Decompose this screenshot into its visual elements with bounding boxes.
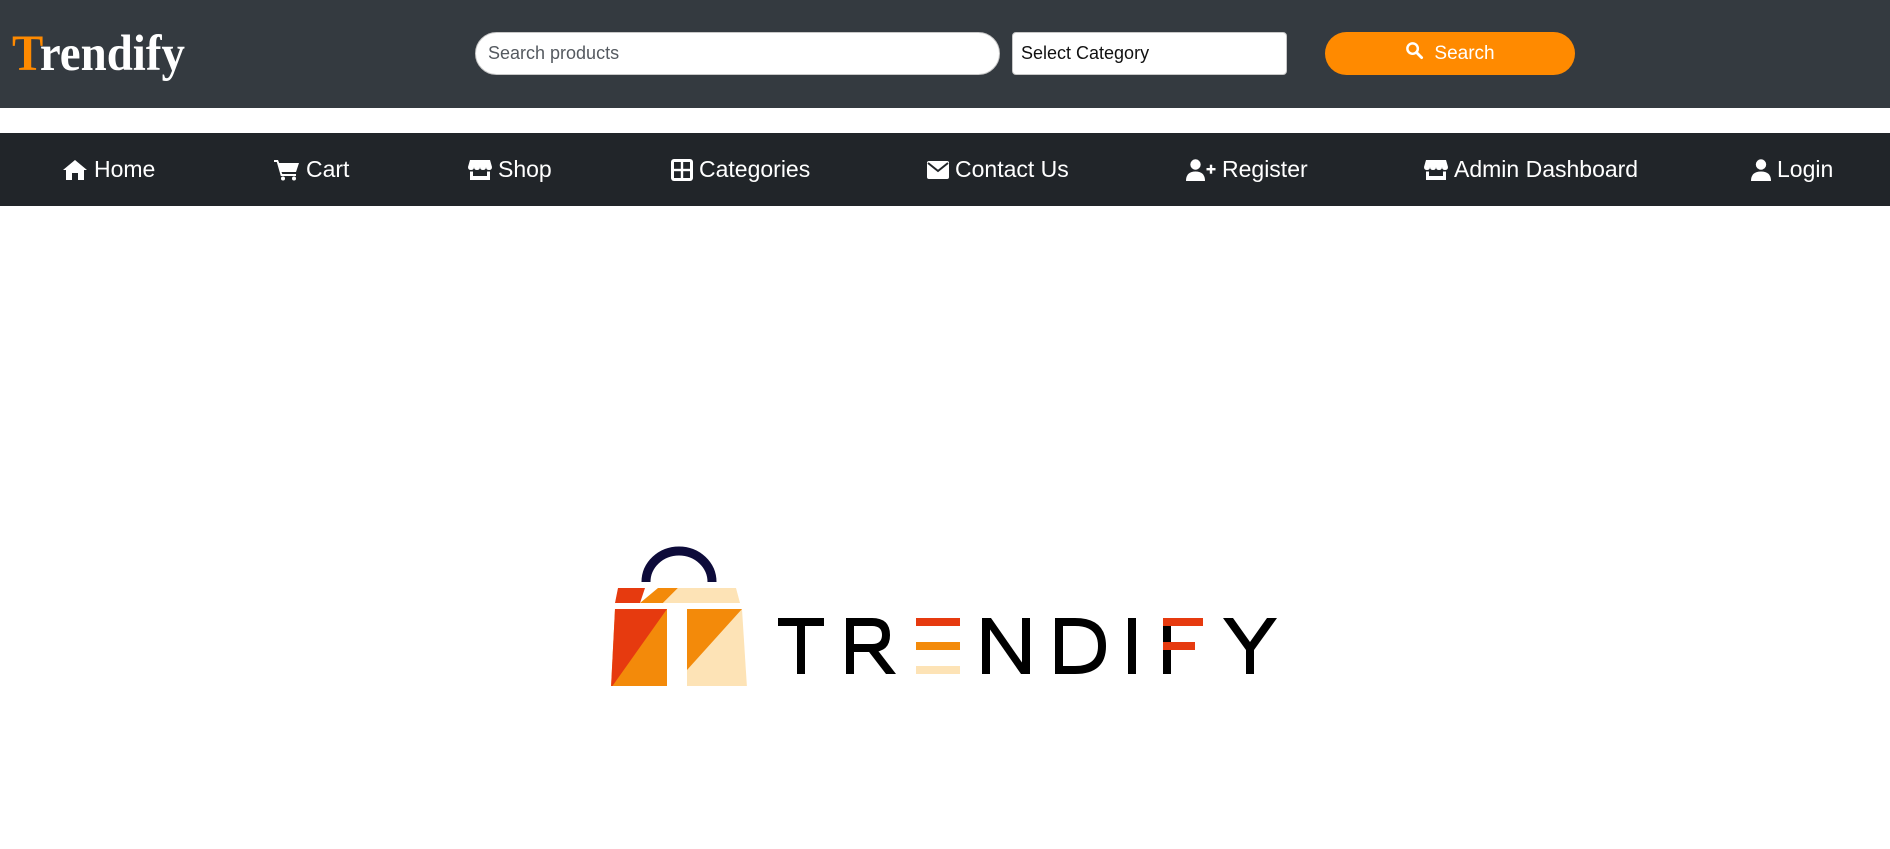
trendify-logo-image <box>611 546 1277 686</box>
nav-item-home[interactable]: Home <box>62 133 155 206</box>
envelope-icon <box>927 160 949 179</box>
nav-item-cart[interactable]: Cart <box>274 133 349 206</box>
store-icon <box>1424 159 1448 181</box>
top-header: Trendify Select Category Search <box>0 0 1890 108</box>
nav-item-label: Cart <box>306 156 350 182</box>
search-button[interactable]: Search <box>1325 32 1575 75</box>
brand-logo[interactable]: Trendify <box>12 24 185 84</box>
hero-logo <box>600 536 1300 686</box>
nav-item-label: Register <box>1222 156 1308 182</box>
nav-item-shop[interactable]: Shop <box>468 133 552 206</box>
store-icon <box>468 159 492 181</box>
search-icon <box>1405 41 1424 66</box>
grid-icon <box>671 158 693 181</box>
nav-item-admin-dashboard[interactable]: Admin Dashboard <box>1424 133 1638 206</box>
user-icon <box>1751 158 1771 181</box>
search-input[interactable] <box>475 32 1000 75</box>
nav-item-contact[interactable]: Contact Us <box>927 133 1069 206</box>
nav-item-label: Contact Us <box>955 156 1069 182</box>
cart-icon <box>274 159 300 181</box>
nav-item-label: Home <box>94 156 156 182</box>
nav-item-login[interactable]: Login <box>1751 133 1833 206</box>
category-select-value: Select Category <box>1021 43 1150 63</box>
nav-item-label: Admin Dashboard <box>1454 156 1639 182</box>
brand-logo-first-letter: T <box>12 26 40 82</box>
nav-item-label: Categories <box>699 156 811 182</box>
brand-logo-rest: rendify <box>39 26 185 82</box>
category-select[interactable]: Select Category <box>1012 32 1287 75</box>
main-content <box>0 206 1890 849</box>
main-nav: Home Cart Shop Categories Contact Us Reg… <box>0 133 1890 206</box>
nav-item-register[interactable]: Register <box>1186 133 1308 206</box>
search-button-label: Search <box>1434 42 1495 64</box>
nav-item-label: Shop <box>498 156 552 182</box>
nav-item-label: Login <box>1777 156 1834 182</box>
home-icon <box>62 159 88 181</box>
user-plus-icon <box>1186 158 1216 181</box>
nav-item-categories[interactable]: Categories <box>671 133 810 206</box>
